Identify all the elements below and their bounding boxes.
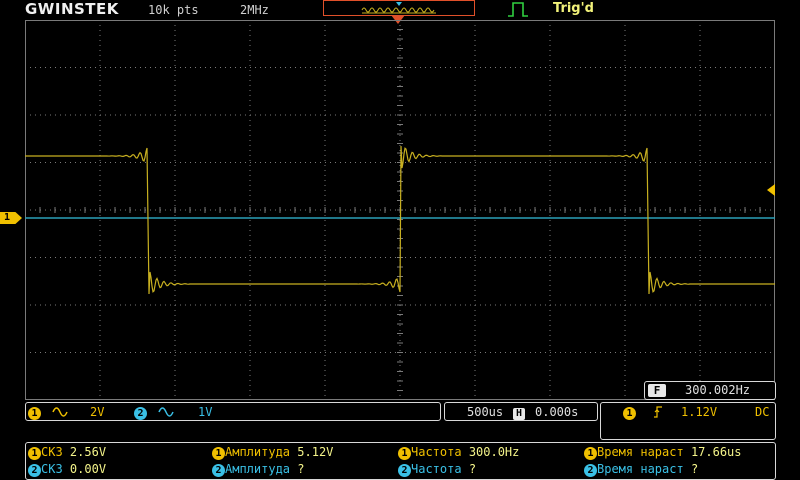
channel-1-info[interactable]: 1 [28,405,41,420]
channel-status-bar[interactable]: 1 2V 2 1V [25,402,441,421]
channel-1-trace [25,145,775,295]
pulse-edge-icon [508,2,528,17]
measurement-item[interactable]: 1 СКЗ 2.56V [28,445,106,460]
channel-1-scale: 2V [90,405,105,419]
frequency-counter: F 300.002Hz [644,381,776,400]
rising-edge-icon [654,406,662,418]
measurement-item[interactable]: 2 Частота ? [398,462,476,477]
trigger-source: 1 [623,405,636,420]
horizontal-position-badge: H [513,405,525,420]
channel-2-scale: 1V [198,405,213,419]
trigger-level: 1.12V [681,405,718,419]
measurement-item[interactable]: 1 Время нараст 17.66us [584,445,742,460]
measurement-item[interactable]: 1 Частота 300.0Hz [398,445,519,460]
memory-overview-icon [361,2,436,14]
timebase-box[interactable]: 500us H 0.000s [444,402,598,421]
measurement-panel[interactable]: 1 СКЗ 2.56V 1 Амплитуда 5.12V 1 Частота 300… [25,442,776,480]
channel-2-badge: 2 [134,407,147,420]
waveform-display[interactable] [25,20,775,400]
trigger-status: Trig'd [553,1,594,16]
horizontal-position: 0.000s [535,405,579,419]
brand-logo: GWINSTEK [25,0,119,18]
trigger-box[interactable]: 1 1.12V DC [600,402,776,440]
ac-coupling-icon [158,407,174,417]
sample-rate: 2MHz [240,3,269,17]
channel-1-ground-marker[interactable]: 1 [0,212,22,224]
memory-overview-bar [323,0,475,16]
timebase-scale: 500us [467,405,504,419]
frequency-value: 300.002Hz [685,383,751,397]
channel-2-info[interactable]: 2 [134,405,147,420]
trigger-coupling: DC [755,405,770,419]
frequency-badge: F [648,384,666,397]
measurement-item[interactable]: 1 Амплитуда 5.12V [212,445,333,460]
ac-coupling-icon [52,407,68,417]
measurement-item[interactable]: 2 Амплитуда ? [212,462,305,477]
record-length: 10k pts [148,3,199,17]
measurement-item[interactable]: 2 Время нараст ? [584,462,698,477]
top-status-bar: GWINSTEK 10k pts 2MHz Trig'd [0,0,800,24]
measurement-item[interactable]: 2 СКЗ 0.00V [28,462,106,477]
channel-1-badge: 1 [28,407,41,420]
